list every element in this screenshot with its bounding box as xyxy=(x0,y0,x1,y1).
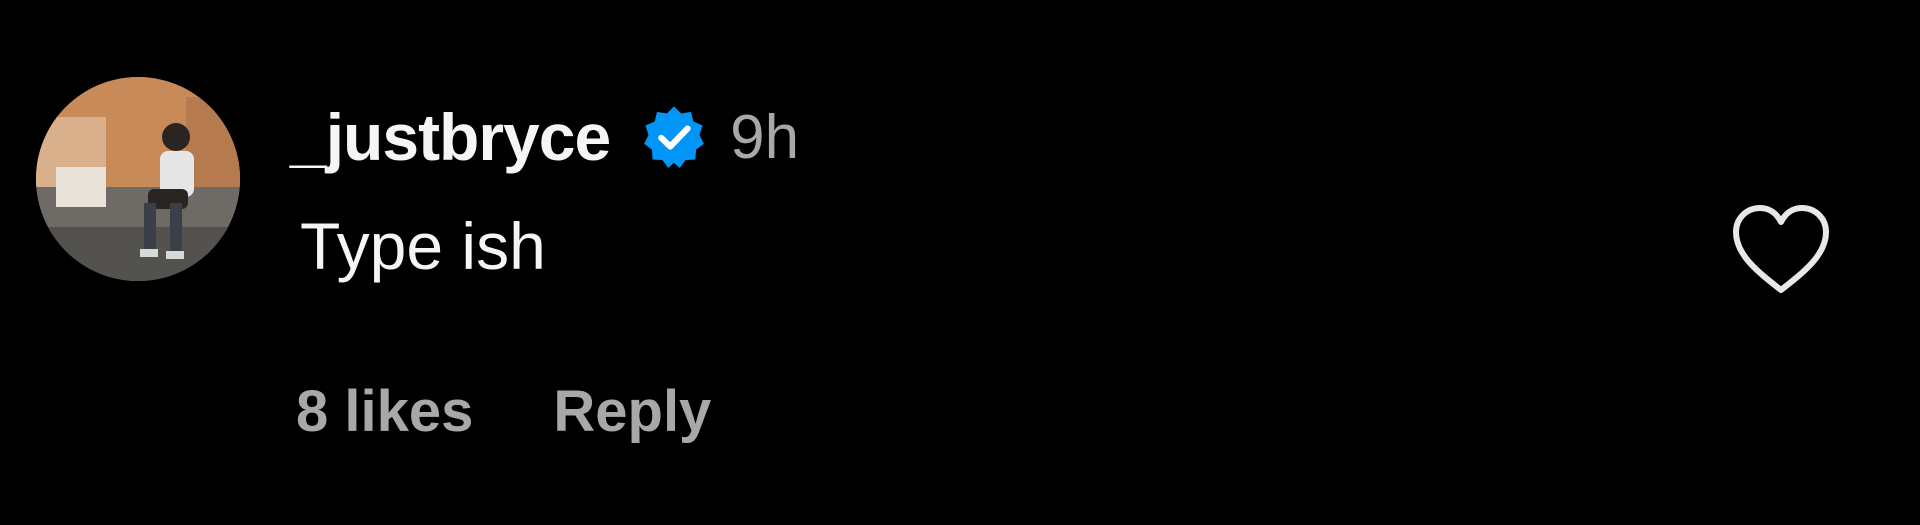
username-link[interactable]: _justbryce xyxy=(290,99,611,175)
reply-button[interactable]: Reply xyxy=(553,378,711,445)
like-button[interactable] xyxy=(1728,200,1834,300)
likes-count-link[interactable]: 8 likes xyxy=(296,378,473,445)
comment-header: _justbryce 9h xyxy=(290,92,799,182)
avatar-photo xyxy=(36,77,240,281)
comment-text: Type ish xyxy=(300,209,546,283)
comment-actions: 8 likes Reply xyxy=(296,378,711,445)
verified-badge-icon xyxy=(640,103,708,171)
user-avatar[interactable] xyxy=(36,77,240,281)
comment-item: _justbryce 9h Type ish 8 likes Reply xyxy=(0,0,1920,525)
comment-timestamp[interactable]: 9h xyxy=(730,102,799,173)
heart-outline-icon xyxy=(1733,205,1829,293)
